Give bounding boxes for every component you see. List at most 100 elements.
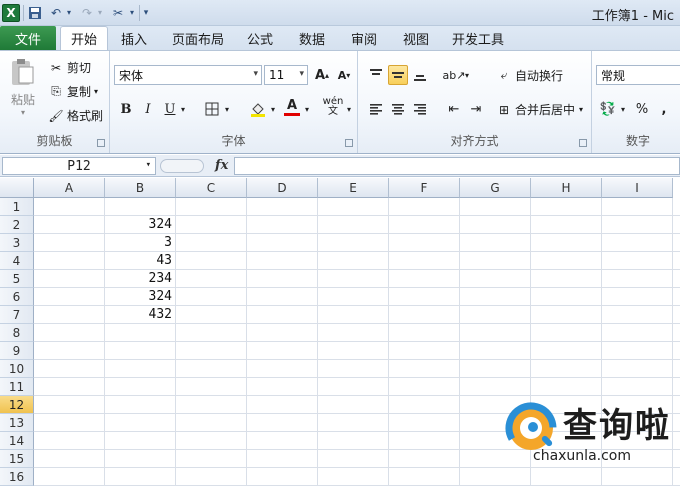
undo-icon[interactable]: ↶ — [49, 4, 63, 21]
underline-button[interactable]: U — [160, 99, 180, 119]
row-header-6[interactable]: 6 — [0, 288, 34, 306]
name-box[interactable]: P12 ▾ — [2, 157, 156, 175]
bold-button[interactable]: B — [116, 99, 136, 119]
cell-b4[interactable]: 43 — [105, 252, 175, 270]
fill-color-dropdown-icon[interactable]: ▾ — [268, 99, 278, 119]
cell-b5[interactable]: 234 — [105, 270, 175, 288]
format-painter-button[interactable]: 🖌 格式刷 — [48, 107, 103, 124]
tab-insert[interactable]: 插入 — [112, 26, 156, 50]
undo-dropdown-icon[interactable]: ▾ — [64, 4, 74, 21]
borders-icon[interactable] — [202, 99, 222, 119]
row-header-5[interactable]: 5 — [0, 270, 34, 288]
tab-page-layout[interactable]: 页面布局 — [166, 26, 230, 50]
cell-b7[interactable]: 432 — [105, 306, 175, 324]
row-header-1[interactable]: 1 — [0, 198, 34, 216]
formula-input[interactable] — [234, 157, 680, 175]
formula-bar-splitter[interactable] — [160, 159, 204, 173]
align-left-icon[interactable] — [366, 99, 386, 119]
wrap-text-label: 自动换行 — [515, 69, 564, 83]
underline-dropdown-icon[interactable]: ▾ — [178, 99, 188, 119]
row-header-9[interactable]: 9 — [0, 342, 34, 360]
wrap-text-icon: ⤶ — [500, 68, 508, 82]
row-header-4[interactable]: 4 — [0, 252, 34, 270]
orientation-dropdown-icon[interactable]: ▾ — [462, 65, 472, 85]
redo-dropdown-icon[interactable]: ▾ — [95, 4, 105, 21]
column-header-d[interactable]: D — [247, 178, 318, 198]
tab-view[interactable]: 视图 — [394, 26, 438, 50]
align-top-icon[interactable] — [366, 65, 386, 85]
column-header-e[interactable]: E — [318, 178, 389, 198]
number-format-combo[interactable]: 常规 — [596, 65, 680, 85]
font-name-combo[interactable]: 宋体 ▾ — [114, 65, 262, 85]
row-header-3[interactable]: 3 — [0, 234, 34, 252]
paste-button[interactable]: 粘贴 ▾ — [6, 57, 40, 117]
wrap-text-button[interactable]: ⤶ 自动换行 — [496, 67, 563, 84]
tab-file[interactable]: 文件 — [0, 26, 56, 50]
cell-b3[interactable]: 3 — [105, 234, 175, 252]
orientation-icon[interactable]: ab↗ — [443, 65, 466, 85]
column-header-h[interactable]: H — [531, 178, 602, 198]
customize-quick-access-icon[interactable]: ▾ — [141, 4, 151, 21]
row-header-12[interactable]: 12 — [0, 396, 34, 414]
cell-b6[interactable]: 324 — [105, 288, 175, 306]
row-header-15[interactable]: 15 — [0, 450, 34, 468]
column-header-c[interactable]: C — [176, 178, 247, 198]
dialog-launcher-icon[interactable] — [97, 139, 105, 147]
row-header-10[interactable]: 10 — [0, 360, 34, 378]
tab-developer[interactable]: 开发工具 — [446, 26, 510, 50]
select-all-corner[interactable] — [0, 178, 34, 198]
watermark-url: chaxunla.com — [533, 448, 631, 464]
dialog-launcher-icon[interactable] — [579, 139, 587, 147]
insert-function-icon[interactable]: fx — [215, 158, 228, 173]
row-header-8[interactable]: 8 — [0, 324, 34, 342]
increase-indent-icon[interactable]: ⇥ — [466, 99, 486, 119]
save-icon[interactable] — [27, 4, 43, 21]
font-size-combo[interactable]: 11 ▾ — [264, 65, 308, 85]
row-header-11[interactable]: 11 — [0, 378, 34, 396]
font-color-dropdown-icon[interactable]: ▾ — [302, 99, 312, 119]
cut-button[interactable]: ✂ 剪切 — [48, 59, 91, 76]
grow-font-icon[interactable]: A ▴ — [312, 65, 332, 85]
column-header-i[interactable]: I — [602, 178, 673, 198]
column-header-b[interactable]: B — [105, 178, 176, 198]
font-color-icon[interactable]: A — [282, 97, 302, 117]
tab-home[interactable]: 开始 — [60, 26, 108, 50]
comma-style-button[interactable]: , — [654, 99, 674, 119]
borders-dropdown-icon[interactable]: ▾ — [222, 99, 232, 119]
cell-b2[interactable]: 324 — [105, 216, 175, 234]
tab-data[interactable]: 数据 — [290, 26, 334, 50]
paste-dropdown-icon[interactable]: ▾ — [21, 108, 25, 117]
gridline — [34, 359, 680, 360]
decrease-indent-icon[interactable]: ⇤ — [444, 99, 464, 119]
align-middle-icon[interactable] — [388, 65, 408, 85]
tools-icon[interactable]: ✂ — [110, 4, 126, 21]
column-header-f[interactable]: F — [389, 178, 460, 198]
percent-button[interactable]: % — [632, 99, 652, 119]
tools-dropdown-icon[interactable]: ▾ — [127, 4, 137, 21]
row-header-16[interactable]: 16 — [0, 468, 34, 486]
currency-icon[interactable]: 💱 — [598, 99, 618, 119]
align-bottom-icon[interactable] — [410, 65, 430, 85]
tab-formulas[interactable]: 公式 — [238, 26, 282, 50]
column-header-g[interactable]: G — [460, 178, 531, 198]
row-header-13[interactable]: 13 — [0, 414, 34, 432]
column-header-a[interactable]: A — [34, 178, 105, 198]
dialog-launcher-icon[interactable] — [345, 139, 353, 147]
phonetic-icon[interactable]: wén 文 — [322, 97, 344, 117]
row-header-14[interactable]: 14 — [0, 432, 34, 450]
tab-review[interactable]: 审阅 — [342, 26, 386, 50]
fill-color-icon[interactable] — [248, 99, 268, 119]
align-right-icon[interactable] — [410, 99, 430, 119]
phonetic-dropdown-icon[interactable]: ▾ — [344, 99, 354, 119]
row-header-7[interactable]: 7 — [0, 306, 34, 324]
row-header-2[interactable]: 2 — [0, 216, 34, 234]
redo-icon[interactable]: ↷ — [80, 4, 94, 21]
align-center-icon[interactable] — [388, 99, 408, 119]
currency-dropdown-icon[interactable]: ▾ — [618, 99, 628, 119]
italic-button[interactable]: I — [138, 99, 158, 119]
copy-dropdown-icon[interactable]: ▾ — [94, 87, 98, 96]
shrink-font-icon[interactable]: A ▾ — [334, 65, 354, 85]
merge-center-button[interactable]: ⊞ 合并后居中 ▾ — [496, 101, 583, 118]
copy-button[interactable]: ⎘ 复制 ▾ — [48, 83, 98, 100]
merge-dropdown-icon[interactable]: ▾ — [579, 105, 583, 114]
